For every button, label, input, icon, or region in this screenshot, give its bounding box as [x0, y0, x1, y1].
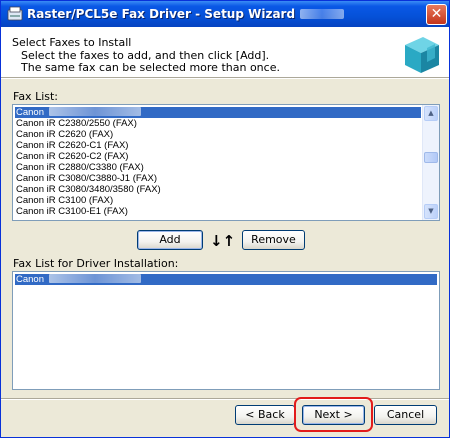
install-list-label: Fax List for Driver Installation:: [13, 257, 179, 270]
fax-list-scrollbar[interactable]: ▲ ▼: [422, 105, 439, 220]
next-button-highlight-ring: [294, 397, 373, 432]
window-title: Raster/PCL5e Fax Driver - Setup Wizard: [27, 7, 345, 21]
list-item[interactable]: Canon iR C3080/C3880-J1 (FAX): [15, 173, 157, 184]
install-list-box[interactable]: Canon: [12, 271, 440, 390]
scroll-up-button[interactable]: ▲: [424, 106, 438, 121]
add-button[interactable]: Add: [137, 230, 203, 250]
list-item[interactable]: Canon iR C2620 (FAX): [15, 129, 113, 140]
list-item[interactable]: Canon iR C2880/C3380 (FAX): [15, 162, 144, 173]
list-item[interactable]: Canon iR C2620-C2 (FAX): [15, 151, 128, 162]
scroll-down-button[interactable]: ▼: [424, 204, 438, 219]
model-name-blurred: [49, 274, 141, 283]
footer-separator: [1, 398, 449, 400]
remove-button[interactable]: Remove: [242, 230, 305, 250]
model-name-blurred: [49, 107, 141, 116]
scroll-thumb[interactable]: [424, 152, 438, 163]
list-item[interactable]: Canon: [15, 274, 437, 285]
list-item[interactable]: Canon iR C2620-C1 (FAX): [15, 140, 128, 151]
back-button[interactable]: < Back: [235, 405, 295, 425]
wizard-cube-icon: [405, 37, 439, 73]
list-item[interactable]: Canon iR C3100 (FAX): [15, 195, 113, 206]
list-item[interactable]: Canon iR C2380/2550 (FAX): [15, 118, 137, 129]
fax-list-label: Fax List:: [13, 90, 58, 103]
fax-list-box[interactable]: Canon Canon iR C2380/2550 (FAX) Canon iR…: [12, 104, 440, 221]
instruction-text-2: The same fax can be selected more than o…: [21, 61, 280, 74]
list-item[interactable]: Canon iR C3100-E1 (FAX): [15, 206, 128, 217]
page-title: Select Faxes to Install: [12, 36, 132, 49]
list-item[interactable]: Canon: [15, 107, 421, 118]
title-version-blurred: [300, 9, 345, 19]
move-arrows-icon: ↓↑: [210, 232, 236, 250]
setup-wizard-window: Raster/PCL5e Fax Driver - Setup Wizard ✕…: [0, 0, 450, 438]
list-item[interactable]: Canon iR C3080/3480/3580 (FAX): [15, 184, 161, 195]
cancel-button[interactable]: Cancel: [374, 405, 437, 425]
close-button[interactable]: ✕: [426, 4, 447, 25]
title-bar[interactable]: Raster/PCL5e Fax Driver - Setup Wizard ✕: [1, 1, 449, 27]
wizard-header: Select Faxes to Install Select the faxes…: [1, 27, 449, 77]
header-separator: [1, 77, 449, 79]
fax-driver-app-icon: [7, 6, 23, 21]
